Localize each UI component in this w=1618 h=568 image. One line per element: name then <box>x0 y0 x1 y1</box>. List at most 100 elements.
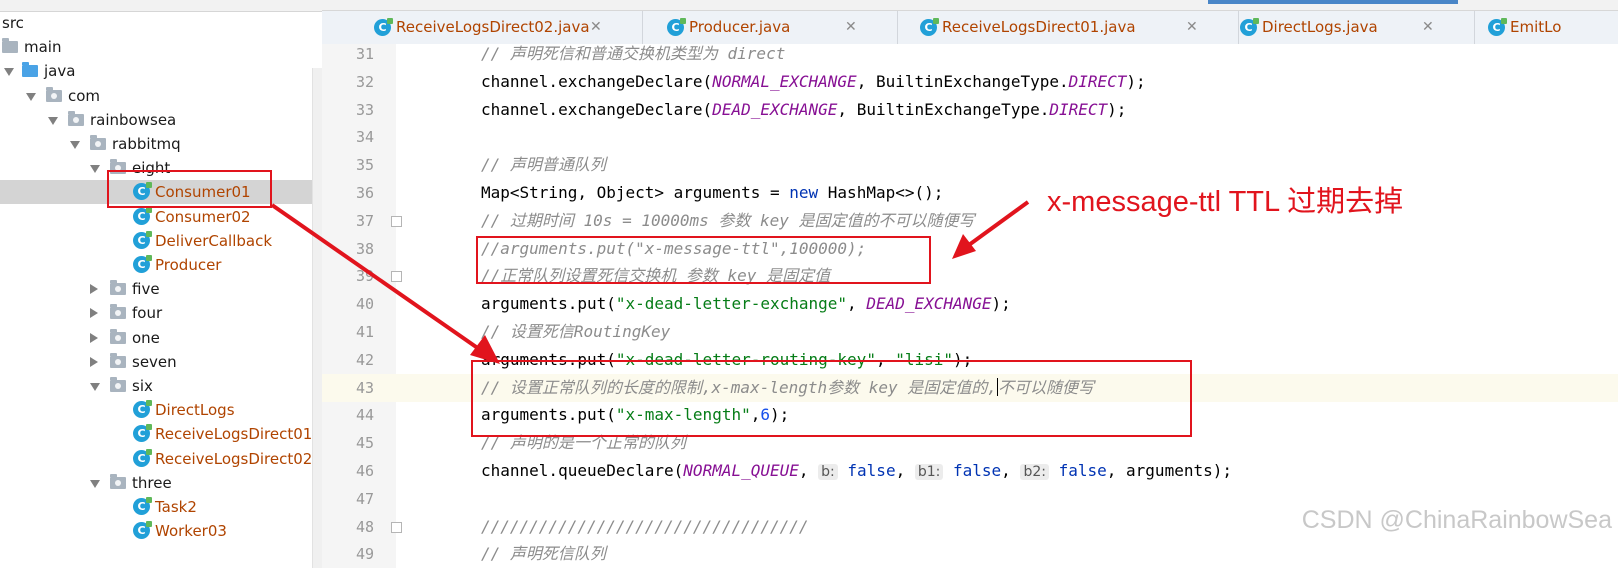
tree-node-three[interactable]: three <box>0 471 312 495</box>
code-line-40[interactable]: arguments.put("x-dead-letter-exchange", … <box>481 290 1011 318</box>
tree-node-label: Consumer02 <box>155 207 251 226</box>
code-line-41[interactable]: // 设置死信RoutingKey <box>481 318 670 346</box>
java-class-icon: C <box>667 18 686 36</box>
editor-tab-producer[interactable]: C Producer.java ✕ <box>667 11 898 44</box>
parameter-hint: b: <box>818 464 838 480</box>
editor-tab-directlogs[interactable]: C DirectLogs.java ✕ <box>1240 11 1475 44</box>
code-line-37[interactable]: // 过期时间 10s = 10000ms 参数 key 是固定值的不可以随便写 <box>481 207 975 235</box>
tree-node-receivelogsdirect01[interactable]: C ReceiveLogsDirect01 <box>0 422 312 446</box>
code-token: // 过期时间 10s = 10000ms 参数 key 是固定值的不可以随便写 <box>481 210 975 230</box>
collapsed-chevron-icon[interactable] <box>90 332 98 343</box>
tree-node-one[interactable]: one <box>0 326 312 350</box>
tree-scrollbar[interactable] <box>312 68 322 568</box>
code-line-48[interactable]: ////////////////////////////////// <box>481 513 809 541</box>
close-tab-icon[interactable]: ✕ <box>1422 11 1434 44</box>
editor-tab-receivelogsdirect01[interactable]: C ReceiveLogsDirect01.java ✕ <box>920 11 1239 44</box>
tree-node-five[interactable]: five <box>0 277 312 301</box>
tree-node-task2[interactable]: C Task2 <box>0 495 312 519</box>
expanded-chevron-icon[interactable] <box>90 165 100 174</box>
tree-node-src[interactable]: src <box>0 11 312 35</box>
package-icon <box>90 135 106 150</box>
code-token: "x-dead-letter-exchange" <box>615 294 848 314</box>
tab-label: DirectLogs.java <box>1262 18 1378 36</box>
tree-node-label: java <box>44 62 76 81</box>
code-editor[interactable]: 31 // 声明死信和普通交换机类型为 direct 32 channel.excha… <box>322 44 1618 568</box>
tree-node-label: src <box>2 14 24 32</box>
expanded-chevron-icon[interactable] <box>90 479 100 488</box>
collapsed-chevron-icon[interactable] <box>90 308 98 319</box>
tree-node-label: one <box>132 328 160 347</box>
code-line-31[interactable]: // 声明死信和普通交换机类型为 direct <box>481 44 785 68</box>
package-icon <box>68 110 84 126</box>
tab-label: EmitLo <box>1510 18 1562 36</box>
tree-node-producer[interactable]: C Producer <box>0 253 312 277</box>
code-line-49[interactable]: // 声明死信队列 <box>481 540 606 568</box>
close-tab-icon[interactable]: ✕ <box>590 11 602 44</box>
tree-node-rabbitmq[interactable]: rabbitmq <box>0 132 312 156</box>
package-dot <box>115 479 121 486</box>
code-line-35[interactable]: // 声明普通队列 <box>481 151 606 179</box>
line-number: 48 <box>355 517 374 536</box>
collapsed-chevron-icon[interactable] <box>90 284 98 295</box>
package-icon <box>110 328 126 344</box>
line-number: 31 <box>355 45 374 63</box>
tree-node-receivelogsdirect02[interactable]: C ReceiveLogsDirect02 <box>0 447 312 471</box>
code-line-36[interactable]: Map<String, Object> arguments = new Hash… <box>481 179 943 207</box>
code-token: HashMap<>(); <box>818 183 944 202</box>
expanded-chevron-icon[interactable] <box>48 116 58 125</box>
code-token: Map<String, Object> arguments = <box>481 183 790 202</box>
fold-marker-icon[interactable] <box>391 271 402 283</box>
tree-node-com[interactable]: com <box>0 84 312 108</box>
package-icon <box>110 304 126 320</box>
collapsed-chevron-icon[interactable] <box>90 356 98 367</box>
expanded-chevron-icon[interactable] <box>4 68 14 77</box>
close-tab-icon[interactable]: ✕ <box>845 11 857 44</box>
tree-node-consumer02[interactable]: C Consumer02 <box>0 205 312 229</box>
package-icon <box>110 377 126 392</box>
java-class-icon: C <box>920 18 939 36</box>
project-tree-panel: src main java com rainbowsea rabbitmq eight C Co… <box>0 0 322 568</box>
java-class-icon: C <box>133 400 152 419</box>
fold-marker-icon[interactable] <box>391 521 402 533</box>
expanded-chevron-icon[interactable] <box>26 92 36 101</box>
tree-node-worker03[interactable]: C Worker03 <box>0 519 312 543</box>
tree-node-java[interactable]: java <box>0 59 312 83</box>
tab-label: ReceiveLogsDirect02.java <box>396 18 590 36</box>
expanded-chevron-icon[interactable] <box>90 383 100 391</box>
close-tab-icon[interactable]: ✕ <box>1186 11 1198 44</box>
line-number: 45 <box>355 434 374 453</box>
code-token: channel.exchangeDeclare( <box>481 71 713 91</box>
code-token: , <box>847 294 867 314</box>
tree-node-delivercallback[interactable]: C DeliverCallback <box>0 229 312 253</box>
tree-node-rainbowsea[interactable]: rainbowsea <box>0 108 312 132</box>
editor-tab-emitlo[interactable]: C EmitLo <box>1488 11 1618 44</box>
package-dot <box>115 310 121 317</box>
code-token: false <box>953 461 1002 480</box>
tree-node-directlogs[interactable]: C DirectLogs <box>0 398 312 422</box>
tree-node-six[interactable]: six <box>0 374 312 398</box>
fold-marker-icon[interactable] <box>391 215 402 227</box>
code-line-33[interactable]: channel.exchangeDeclare(DEAD_EXCHANGE, B… <box>481 96 1126 124</box>
code-line-46[interactable]: channel.queueDeclare(NORMAL_QUEUE, b: fa… <box>481 457 1232 485</box>
java-class-icon: C <box>1488 18 1507 36</box>
code-token: // 声明死信和普通交换机类型为 direct <box>481 44 786 63</box>
editor-tab-receivelogsdirect02[interactable]: C ReceiveLogsDirect02.java ✕ <box>374 11 643 44</box>
tree-node-main[interactable]: main <box>0 35 312 59</box>
line-number: 32 <box>355 72 374 91</box>
tree-node-label: DeliverCallback <box>155 231 273 250</box>
code-token: DEAD_EXCHANGE <box>712 99 838 119</box>
tree-node-seven[interactable]: seven <box>0 350 312 374</box>
expanded-chevron-icon[interactable] <box>70 141 80 149</box>
tree-node-label: five <box>132 280 160 299</box>
code-token: // 设置死信RoutingKey <box>481 322 671 341</box>
code-token: false <box>847 461 896 480</box>
watermark: CSDN @ChinaRainbowSea <box>1301 506 1612 534</box>
code-token: new <box>789 183 819 202</box>
highlight-box-ttl-lines <box>476 236 931 284</box>
tree-node-label: DirectLogs <box>155 401 235 420</box>
code-token: , arguments); <box>1106 461 1232 480</box>
package-icon <box>110 280 126 296</box>
java-class-icon: C <box>1240 18 1259 36</box>
code-line-32[interactable]: channel.exchangeDeclare(NORMAL_EXCHANGE,… <box>481 68 1146 96</box>
tree-node-four[interactable]: four <box>0 301 312 325</box>
